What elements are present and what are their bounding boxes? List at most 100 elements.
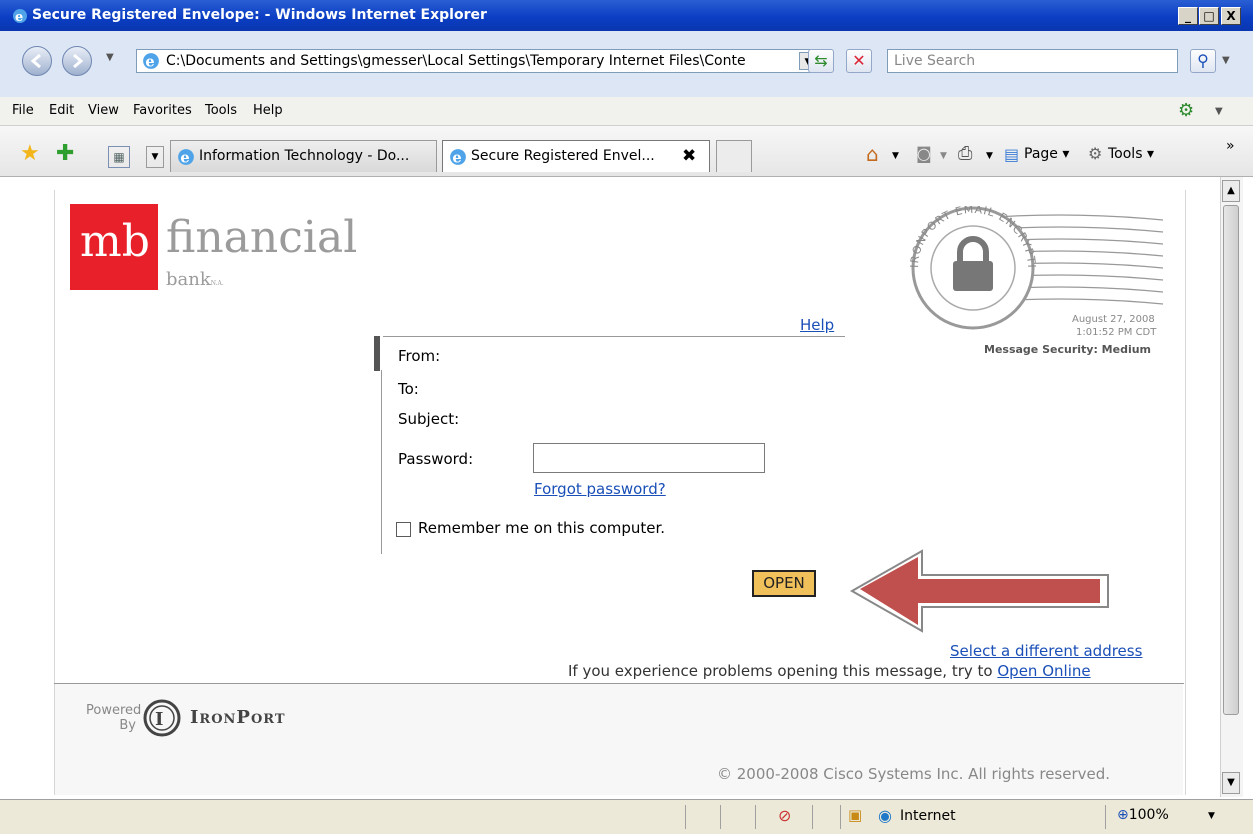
remember-me-checkbox[interactable]	[396, 522, 411, 537]
scroll-down-icon[interactable]: ▼	[1222, 772, 1240, 794]
feeds-dropdown-icon[interactable]: ▼	[940, 151, 947, 161]
home-dropdown-icon[interactable]: ▼	[892, 151, 899, 161]
forgot-password-link[interactable]: Forgot password?	[534, 480, 666, 498]
tab-ie-icon: e	[178, 149, 194, 166]
remember-me-label: Remember me on this computer.	[418, 519, 666, 537]
window-title: Secure Registered Envelope: - Windows In…	[32, 7, 487, 23]
stop-icon: ✕	[852, 51, 866, 70]
stop-button[interactable]: ✕	[846, 49, 872, 73]
select-address-link[interactable]: Select a different address	[950, 642, 1142, 660]
menu-tools[interactable]: Tools	[205, 103, 237, 118]
tab-information-technology[interactable]: Information Technology - Do...	[170, 140, 437, 172]
status-bar	[0, 799, 1253, 834]
internet-zone-icon: ◉	[878, 806, 892, 825]
favorites-center-icon[interactable]: ★	[20, 141, 40, 166]
new-tab-button[interactable]	[716, 140, 752, 172]
tab-label: Information Technology - Do...	[199, 148, 410, 164]
status-divider	[685, 805, 686, 829]
page-menu-icon[interactable]: ▤	[1004, 145, 1019, 164]
svg-text:e: e	[15, 10, 23, 24]
menu-edit[interactable]: Edit	[49, 103, 74, 118]
recent-pages-dropdown-icon[interactable]: ▼	[106, 52, 114, 63]
page-menu-label: Page	[1024, 146, 1058, 162]
address-url[interactable]: C:\Documents and Settings\gmesser\Local …	[166, 53, 791, 69]
security-zone-label: Internet	[900, 808, 956, 824]
print-icon[interactable]: ⎙	[958, 143, 972, 164]
status-divider	[812, 805, 813, 829]
page-menu-button[interactable]: Page ▾	[1024, 146, 1069, 162]
from-label: From:	[398, 347, 441, 365]
tab-list-dropdown-icon[interactable]: ▼	[146, 146, 164, 168]
protected-mode-icon[interactable]: ▣	[848, 806, 862, 824]
ie-logo-icon: e	[13, 9, 27, 24]
encryption-stamp: IRONPORT EMAIL ENCRYPTION	[898, 206, 1164, 330]
status-divider	[755, 805, 756, 829]
back-button[interactable]	[22, 46, 52, 76]
problems-message: If you experience problems opening this …	[568, 662, 1091, 680]
status-divider	[840, 805, 841, 829]
home-icon[interactable]: ⌂	[866, 142, 879, 166]
tab-label: Secure Registered Envel...	[471, 148, 655, 164]
scroll-up-icon[interactable]: ▲	[1222, 180, 1240, 202]
refresh-button[interactable]: ⇆	[808, 49, 834, 73]
open-online-link[interactable]: Open Online	[997, 662, 1090, 680]
by-text: By	[119, 718, 136, 733]
quick-tabs-icon[interactable]: ▦	[108, 146, 130, 168]
scrollbar-thumb[interactable]	[1223, 205, 1239, 715]
print-dropdown-icon[interactable]: ▼	[986, 151, 993, 161]
feeds-icon[interactable]: ◙	[916, 144, 932, 163]
close-window-button[interactable]: X	[1221, 7, 1241, 25]
menu-favorites[interactable]: Favorites	[133, 103, 192, 118]
menu-view[interactable]: View	[88, 103, 119, 118]
logo-bank-text: bankN.A.	[166, 269, 224, 290]
open-button[interactable]: OPEN	[752, 570, 816, 597]
minimize-button[interactable]: _	[1178, 7, 1198, 25]
password-input[interactable]	[533, 443, 765, 473]
logo-financial-text: financial	[166, 212, 358, 263]
toolbar-overflow-icon[interactable]: »	[1226, 138, 1235, 154]
zoom-value: 100%	[1128, 807, 1169, 823]
help-link-text[interactable]: Help	[800, 316, 834, 334]
maximize-button[interactable]: □	[1199, 7, 1219, 25]
search-icon: ⚲	[1197, 51, 1209, 70]
form-left-rule	[381, 370, 382, 554]
toolbar-addons-dropdown-icon[interactable]: ▼	[1215, 106, 1223, 117]
menu-file[interactable]: File	[12, 103, 34, 118]
zoom-dropdown-icon[interactable]: ▼	[1208, 811, 1215, 821]
refresh-icon: ⇆	[814, 51, 828, 70]
problems-text: If you experience problems opening this …	[568, 662, 993, 680]
menu-help[interactable]: Help	[253, 103, 283, 118]
powered-by: Powered By	[86, 703, 141, 733]
privacy-report-icon[interactable]: ⊘	[778, 806, 791, 825]
subject-label: Subject:	[398, 410, 460, 428]
message-security-level: Message Security: Medium	[984, 343, 1152, 356]
page-ie-icon: e	[143, 53, 159, 70]
search-options-icon[interactable]: ▼	[1222, 55, 1230, 66]
tab-secure-registered-envelope[interactable]: Secure Registered Envel...	[442, 140, 710, 172]
forward-button[interactable]	[62, 46, 92, 76]
status-divider	[1105, 805, 1106, 829]
tools-menu-icon[interactable]: ⚙	[1088, 144, 1102, 163]
tools-menu-button[interactable]: Tools ▾	[1108, 146, 1154, 162]
search-button[interactable]: ⚲	[1190, 49, 1216, 73]
logo-bank-word: bank	[166, 269, 211, 290]
select-address-text[interactable]: Select a different address	[950, 642, 1142, 660]
ironport-logo-icon: I	[143, 699, 181, 737]
back-arrow-icon	[30, 53, 41, 69]
help-link[interactable]: Help	[800, 316, 834, 334]
svg-text:I: I	[155, 709, 163, 730]
add-favorites-icon[interactable]: ✚	[56, 141, 74, 166]
to-label: To:	[398, 380, 419, 398]
svg-text:e: e	[452, 150, 461, 166]
tools-menu-label: Tools	[1108, 146, 1143, 162]
toolbar-addons-icon[interactable]: ⚙	[1178, 100, 1194, 121]
search-input[interactable]: Live Search	[887, 49, 1178, 73]
forgot-password-text[interactable]: Forgot password?	[534, 480, 666, 498]
form-top-rule	[383, 336, 845, 337]
close-tab-icon[interactable]: ✖	[682, 146, 696, 166]
zoom-level[interactable]: ⊕100%	[1117, 807, 1169, 823]
stamp-time: 1:01:52 PM CDT	[1076, 327, 1157, 338]
svg-text:e: e	[180, 150, 189, 166]
svg-text:e: e	[145, 54, 154, 70]
zoom-icon: ⊕	[1117, 807, 1129, 823]
